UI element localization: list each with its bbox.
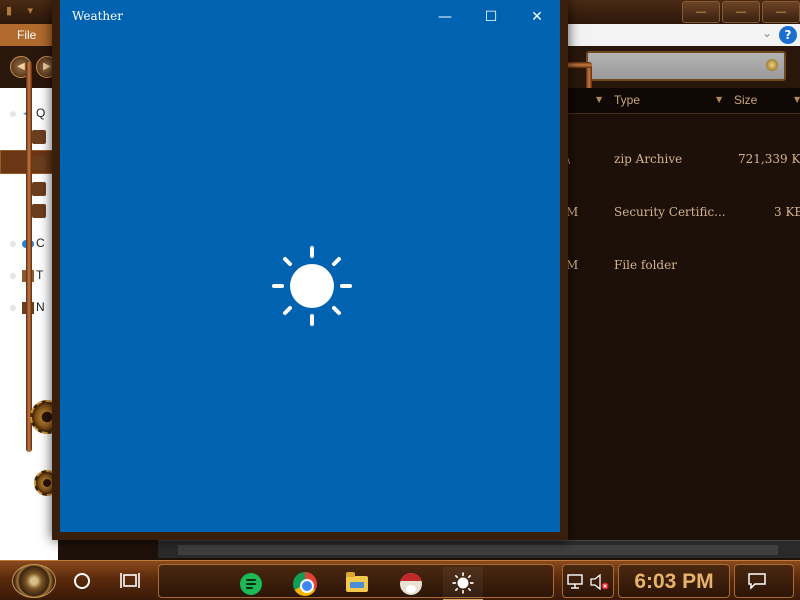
sun-icon <box>272 246 352 326</box>
file-row[interactable]: \ zip Archive 721,339 KB <box>560 150 800 172</box>
file-list: ▼ Type ▼ Size ▼ \ zip Archive 721,339 KB… <box>560 88 800 538</box>
column-header-size[interactable]: Size <box>734 93 757 107</box>
scrollbar-thumb[interactable] <box>178 545 778 555</box>
copper-pipe-decoration <box>566 62 592 68</box>
spotify-icon[interactable] <box>231 567 271 600</box>
sort-arrow-icon[interactable]: ▼ <box>596 95 602 104</box>
file-explorer-icon[interactable] <box>337 567 377 600</box>
file-type: zip Archive <box>614 152 683 166</box>
action-center-icon[interactable] <box>747 572 767 590</box>
help-icon[interactable]: ? <box>779 26 797 44</box>
taskbar: 6:03 PM <box>0 560 800 600</box>
start-gear-icon[interactable] <box>12 564 56 598</box>
weather-titlebar[interactable]: Weather — ☐ ✕ <box>60 0 560 34</box>
explorer-window-controls: — — — <box>680 0 800 24</box>
file-row[interactable]: M Security Certific... 3 KB <box>560 203 800 225</box>
explorer-minimize-button[interactable]: — <box>682 1 720 23</box>
minimize-button[interactable]: — <box>422 0 468 34</box>
explorer-close-button[interactable]: — <box>762 1 800 23</box>
window-title: Weather <box>72 9 123 23</box>
nav-item-quick-access[interactable]: ✦Q <box>10 102 58 124</box>
taskbar-clock[interactable]: 6:03 PM <box>618 564 730 598</box>
nav-item-network[interactable]: N <box>10 296 58 318</box>
weather-app-icon[interactable] <box>443 567 483 600</box>
cortana-circle-icon[interactable] <box>74 573 90 589</box>
horizontal-scrollbar[interactable] <box>158 540 800 558</box>
folder-icon[interactable] <box>32 204 46 218</box>
sort-arrow-icon[interactable]: ▼ <box>716 95 722 104</box>
volume-muted-icon[interactable] <box>589 574 609 590</box>
column-header-row: ▼ Type ▼ Size ▼ <box>560 88 800 114</box>
ribbon-right-area: ⌄ ? <box>554 24 800 46</box>
nav-item-onedrive[interactable]: C <box>10 232 58 254</box>
column-header-type[interactable]: Type <box>614 93 640 107</box>
system-tray <box>562 564 614 598</box>
copper-pipe-decoration <box>26 62 32 452</box>
weather-window: Weather — ☐ ✕ <box>52 0 568 540</box>
file-type: Security Certific... <box>614 205 726 219</box>
taskbar-apps-panel <box>158 564 554 600</box>
weather-splash-screen <box>60 34 560 532</box>
santa-app-icon[interactable] <box>391 567 431 600</box>
file-size: 3 KB <box>774 205 800 219</box>
close-button[interactable]: ✕ <box>514 0 560 34</box>
quick-access-toolbar[interactable]: ▮ ▾ <box>6 4 46 20</box>
folder-icon[interactable] <box>32 130 46 144</box>
action-center-panel <box>734 564 794 598</box>
explorer-maximize-button[interactable]: — <box>722 1 760 23</box>
network-icon[interactable] <box>567 574 585 590</box>
task-view-icon[interactable] <box>120 571 140 591</box>
expand-ribbon-icon[interactable]: ⌄ <box>762 26 772 40</box>
search-input[interactable] <box>586 51 786 81</box>
file-row[interactable]: M File folder <box>560 256 800 278</box>
file-size: 721,339 KB <box>738 152 800 166</box>
folder-icon[interactable] <box>32 182 46 196</box>
sort-arrow-icon[interactable]: ▼ <box>794 95 800 104</box>
maximize-button[interactable]: ☐ <box>468 0 514 34</box>
file-type: File folder <box>614 258 677 272</box>
search-icon <box>766 59 778 71</box>
chrome-icon[interactable] <box>285 567 325 600</box>
folder-icon[interactable] <box>32 156 46 170</box>
file-menu-tab[interactable]: File <box>0 24 56 46</box>
nav-item-this-pc[interactable]: T <box>10 264 58 286</box>
